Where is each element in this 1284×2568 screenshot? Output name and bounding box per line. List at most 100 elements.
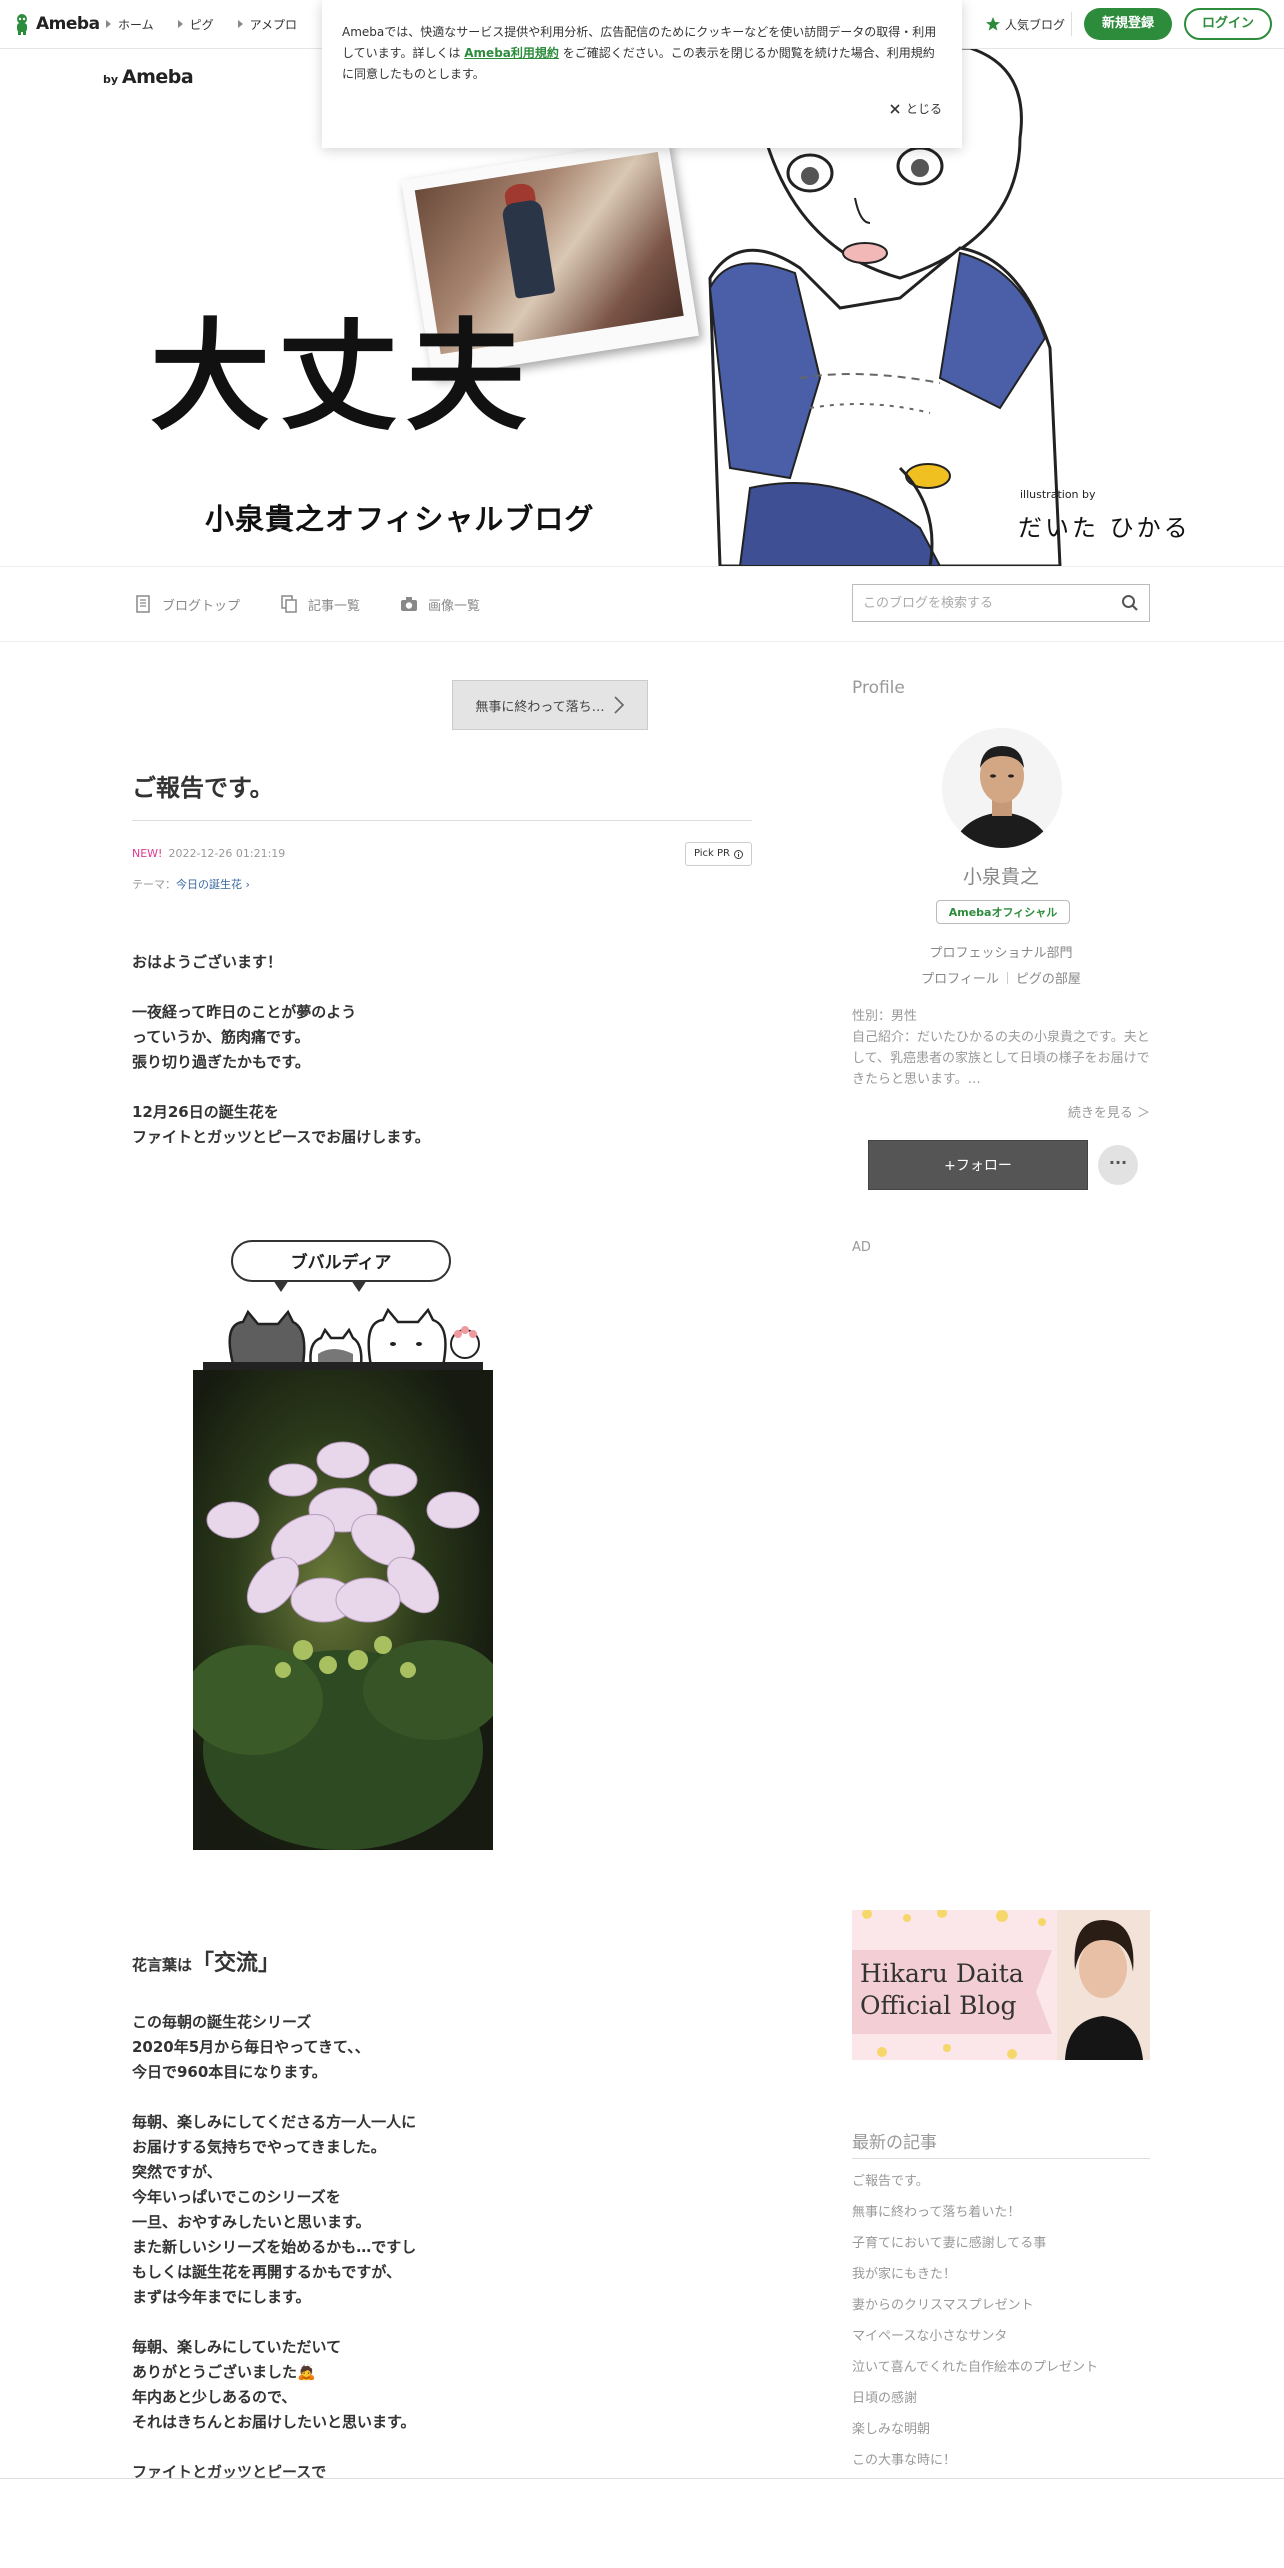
cookie-notice: Amebaでは、快適なサービス提供や利用分析、広告配信のためにクッキーなどを使い… xyxy=(322,0,962,148)
document-icon xyxy=(136,595,150,613)
flower-word-line: 花言葉は「交流」 xyxy=(132,1945,280,1977)
chevron-right-icon xyxy=(614,696,624,714)
profile-name[interactable]: 小泉貴之 xyxy=(852,862,1150,889)
bubble-tail xyxy=(273,1280,289,1292)
cookie-close-button[interactable]: とじる xyxy=(890,100,942,117)
info-icon xyxy=(734,849,743,859)
popular-blog-link[interactable]: 人気ブログ xyxy=(985,12,1072,36)
entry-title: ご報告です。 xyxy=(132,774,274,802)
read-more-link[interactable]: 続きを見る ＞ xyxy=(1068,1102,1150,1121)
more-options-button[interactable]: ··· xyxy=(1098,1145,1138,1185)
blog-top-link[interactable]: ブログトップ xyxy=(134,595,240,614)
latest-entry-link[interactable]: 泣いて喜んでくれた自作絵本のプレゼント xyxy=(852,2352,1150,2383)
theme-label: テーマ： xyxy=(132,878,176,891)
blog-search-input[interactable] xyxy=(853,586,1121,620)
follow-button[interactable]: +フォロー xyxy=(868,1140,1088,1190)
image-list-link[interactable]: 画像一覧 xyxy=(400,595,480,614)
latest-entries-list: ご報告です。 無事に終わって落ち着いた！ 子育てにおいて妻に感謝してる事 我が家… xyxy=(852,2166,1150,2476)
hikaru-daita-blog-banner[interactable]: Hikaru Daita Official Blog xyxy=(852,1910,1150,2060)
illustrator-signature: だいた ひかる xyxy=(1018,514,1191,542)
image-list-label: 画像一覧 xyxy=(428,598,481,614)
pick-pr-label: Pick PR xyxy=(693,848,730,859)
paragraph-3: この毎朝の誕生花シリーズ 2020年5月から毎日やってきて、、 今日で960本目… xyxy=(132,2013,370,2081)
close-icon xyxy=(890,103,900,114)
hikaru-banner-text: Hikaru Daita Official Blog xyxy=(860,1959,1024,2020)
by-ameba-text: Ameba xyxy=(121,66,194,88)
new-badge: NEW! xyxy=(132,847,163,860)
entry-list-link[interactable]: 記事一覧 xyxy=(280,595,360,614)
entry-datetime: 2022-12-26 01:21:19 xyxy=(168,847,286,860)
nav-pigg-label: ピグ xyxy=(189,17,214,32)
nav-home-label: ホーム xyxy=(118,17,154,32)
chevron-right-icon: › xyxy=(242,878,250,891)
profile-intro: 自己紹介：だいたひかるの夫の小泉貴之です。夫として、乳癌患者の家族として日頃の様… xyxy=(852,1030,1150,1087)
popular-blog-label: 人気ブログ xyxy=(1004,17,1065,32)
link-divider xyxy=(1006,972,1008,984)
login-button[interactable]: ログイン xyxy=(1183,8,1272,40)
header-actions: 人気ブログ 新規登録 ログイン xyxy=(985,0,1272,48)
avatar-photo xyxy=(942,728,1062,848)
banner-title: 大丈夫 xyxy=(150,308,534,447)
official-badge: Amebaオフィシャル xyxy=(936,900,1070,924)
nav-amepro-label: アメプロ xyxy=(249,17,298,32)
profile-link[interactable]: プロフィール xyxy=(921,972,999,987)
flower-name-bubble: ブバルディア xyxy=(231,1240,451,1282)
birthday-flower-image[interactable]: ブバルディア xyxy=(193,1240,493,1850)
global-nav: ホーム ピグ アメプロ xyxy=(106,0,297,48)
entry-theme: テーマ：今日の誕生花 › xyxy=(132,876,250,892)
cookie-close-label: とじる xyxy=(905,102,942,116)
paragraph-2: 12月26日の誕生花を ファイトとガッツとピースでお届けします。 xyxy=(132,1103,430,1146)
triangle-right-icon xyxy=(106,20,111,28)
latest-entry-link[interactable]: 日頃の感謝 xyxy=(852,2383,1150,2414)
terms-link[interactable]: Ameba利用規約 xyxy=(464,46,559,60)
profile-description: 性別：男性 自己紹介：だいたひかるの夫の小泉貴之です。夫として、乳癌患者の家族と… xyxy=(852,1006,1150,1090)
latest-entry-link[interactable]: 妻からのクリスマスプレゼント xyxy=(852,2290,1150,2321)
pick-pr-button[interactable]: Pick PR xyxy=(684,842,752,866)
blog-nav-items: ブログトップ 記事一覧 画像一覧 xyxy=(134,567,480,641)
nav-amepro[interactable]: アメプロ xyxy=(237,16,298,33)
latest-entries-heading: 最新の記事 xyxy=(852,2133,937,2153)
polka-dots xyxy=(877,2044,1017,2059)
ameba-mascot-icon xyxy=(17,14,27,35)
triangle-right-icon xyxy=(237,20,243,28)
hikaru-portrait xyxy=(1057,1910,1150,2060)
ameba-logo[interactable]: Ameba xyxy=(12,10,100,38)
signup-button[interactable]: 新規登録 xyxy=(1083,8,1172,40)
theme-link[interactable]: 今日の誕生花 xyxy=(176,878,242,891)
latest-entry-link[interactable]: 無事に終わって落ち着いた！ xyxy=(852,2197,1150,2228)
profile-avatar[interactable] xyxy=(942,728,1062,848)
illustration-credit: illustration by xyxy=(1020,488,1096,501)
ameba-logo-text: Ameba xyxy=(36,14,100,34)
banner-subtitle: 小泉貴之オフィシャルブログ xyxy=(205,502,595,536)
title-divider xyxy=(132,820,752,821)
ad-label: AD xyxy=(852,1240,871,1255)
entry-meta: NEW! 2022-12-26 01:21:19 xyxy=(132,847,285,860)
latest-entry-link[interactable]: 子育てにおいて妻に感謝してる事 xyxy=(852,2228,1150,2259)
blog-nav: ブログトップ 記事一覧 画像一覧 xyxy=(0,566,1284,642)
latest-entry-link[interactable]: 我が家にもきた！ xyxy=(852,2259,1150,2290)
profile-gender: 性別：男性 xyxy=(852,1009,918,1024)
bubble-tail xyxy=(351,1280,367,1292)
paragraph-greeting: おはようございます！ xyxy=(132,953,283,971)
prev-entry-button[interactable]: 無事に終わって落ち… xyxy=(452,680,648,730)
nav-home[interactable]: ホーム xyxy=(106,16,154,33)
latest-entry-link[interactable]: ご報告です。 xyxy=(852,2166,1150,2197)
flower-word: 「交流」 xyxy=(192,1951,281,1976)
latest-entry-link[interactable]: 楽しみな明朝 xyxy=(852,2414,1150,2445)
cookie-text: Amebaでは、快適なサービス提供や利用分析、広告配信のためにクッキーなどを使い… xyxy=(342,22,942,85)
profile-heading: Profile xyxy=(852,678,905,698)
latest-entry-link[interactable]: マイペースな小さなサンタ xyxy=(852,2321,1150,2352)
profile-category[interactable]: プロフェッショナル部門 xyxy=(852,942,1150,961)
bottom-divider xyxy=(0,2478,1284,2479)
search-icon[interactable] xyxy=(1121,594,1139,612)
blog-top-label: ブログトップ xyxy=(162,598,241,614)
prev-entry-label: 無事に終わって落ち… xyxy=(475,699,605,715)
profile-links: プロフィール ピグの部屋 xyxy=(852,968,1150,987)
paragraph-1: 一夜経って昨日のことが夢のよう っていうか、筋肉痛です。 張り切り過ぎたかもです… xyxy=(132,1003,357,1071)
flower-word-prefix: 花言葉は xyxy=(132,1956,193,1974)
latest-entries-divider xyxy=(852,2158,1150,2159)
nav-pigg[interactable]: ピグ xyxy=(177,16,214,33)
cats-illustration xyxy=(203,1307,483,1374)
blog-search xyxy=(852,584,1150,622)
pigg-room-link[interactable]: ピグの部屋 xyxy=(1016,972,1081,987)
